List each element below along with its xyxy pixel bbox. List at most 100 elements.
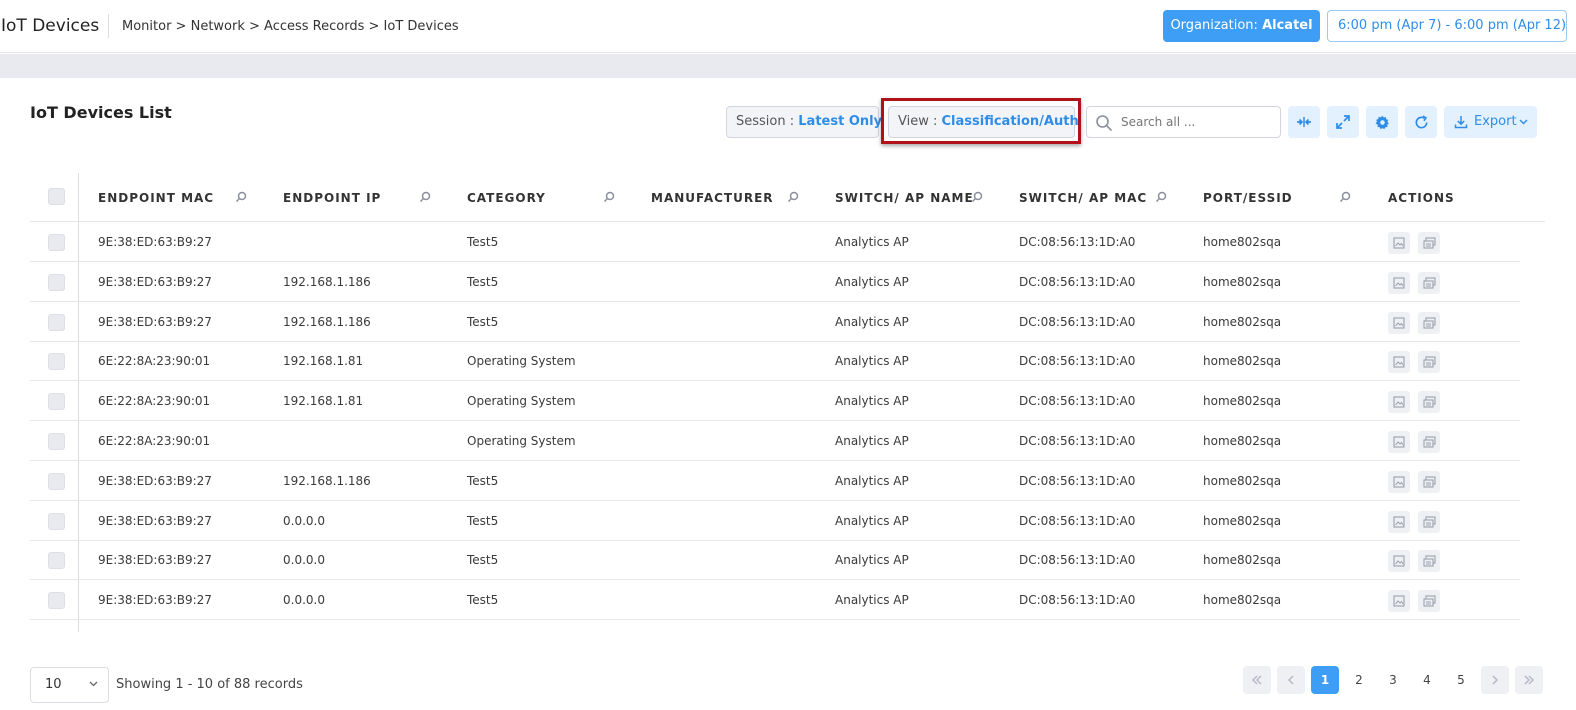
view-details-button[interactable] bbox=[1388, 271, 1410, 294]
column-search-icon[interactable] bbox=[603, 191, 615, 203]
column-header-endpoint-mac[interactable]: ENDPOINT MAC bbox=[98, 191, 214, 205]
copy-button[interactable] bbox=[1418, 470, 1440, 493]
copy-button[interactable] bbox=[1418, 550, 1440, 573]
view-details-button[interactable] bbox=[1388, 351, 1410, 374]
column-header-endpoint-ip[interactable]: ENDPOINT IP bbox=[283, 191, 381, 205]
page-button-2[interactable]: 2 bbox=[1345, 666, 1373, 694]
column-search-icon[interactable] bbox=[1339, 191, 1351, 203]
table-row[interactable]: 9E:38:ED:63:B9:27 0.0.0.0 Test5 Analytics A… bbox=[30, 501, 1520, 541]
cell-category: Operating System bbox=[467, 434, 576, 448]
breadcrumb-separator: > bbox=[364, 19, 384, 34]
view-details-button[interactable] bbox=[1388, 311, 1410, 334]
last-page-button[interactable] bbox=[1515, 666, 1543, 694]
export-button[interactable]: Export bbox=[1444, 106, 1537, 138]
page-button-4[interactable]: 4 bbox=[1413, 666, 1441, 694]
cell-endpoint-ip: 192.168.1.186 bbox=[283, 314, 371, 329]
view-details-button[interactable] bbox=[1388, 510, 1410, 533]
cell-switch-ap-name: Analytics AP bbox=[835, 235, 909, 249]
breadcrumb-iot-devices: IoT Devices bbox=[383, 19, 459, 34]
row-checkbox[interactable] bbox=[48, 512, 65, 530]
row-checkbox[interactable] bbox=[48, 393, 65, 411]
view-details-button[interactable] bbox=[1388, 431, 1410, 453]
cell-category: Test5 bbox=[467, 274, 499, 289]
copy-button[interactable] bbox=[1418, 311, 1440, 334]
cell-port-essid: home802sqa bbox=[1203, 314, 1282, 329]
copy-button[interactable] bbox=[1418, 351, 1440, 374]
session-value: Latest Only bbox=[798, 114, 883, 129]
page-button-5[interactable]: 5 bbox=[1447, 666, 1475, 694]
cell-category: Test5 bbox=[467, 473, 499, 488]
refresh-button[interactable] bbox=[1405, 106, 1437, 138]
column-header-category[interactable]: CATEGORY bbox=[467, 191, 546, 205]
column-header-switch-ap-name[interactable]: SWITCH/ AP NAME bbox=[835, 191, 974, 205]
row-checkbox[interactable] bbox=[48, 353, 65, 371]
column-header-manufacturer[interactable]: MANUFACTURER bbox=[651, 191, 774, 205]
page-size-select[interactable]: 10 bbox=[30, 667, 109, 703]
fullscreen-button[interactable] bbox=[1327, 106, 1359, 138]
breadcrumb-network[interactable]: Network bbox=[191, 19, 245, 34]
settings-button[interactable] bbox=[1366, 106, 1398, 138]
page-button-1[interactable]: 1 bbox=[1311, 666, 1339, 694]
row-checkbox[interactable] bbox=[48, 472, 65, 490]
table-row[interactable]: 9E:38:ED:63:B9:27 0.0.0.0 Test5 Analytics A… bbox=[30, 580, 1520, 621]
view-icon bbox=[1393, 317, 1405, 329]
table-row[interactable]: 6E:22:8A:23:90:01 192.168.1.81 Operating S… bbox=[30, 341, 1520, 382]
column-header-port-essid[interactable]: PORT/ESSID bbox=[1203, 191, 1293, 205]
table-row[interactable]: 9E:38:ED:63:B9:27 0.0.0.0 Test5 Analytics A… bbox=[30, 540, 1520, 581]
next-page-button[interactable] bbox=[1481, 666, 1509, 694]
table-row[interactable]: 9E:38:ED:63:B9:27 192.168.1.186 Test5 Analy… bbox=[30, 262, 1520, 302]
table-row[interactable]: 9E:38:ED:63:B9:27 Test5 Analytics AP DC:08:… bbox=[30, 222, 1520, 262]
view-details-button[interactable] bbox=[1388, 391, 1410, 414]
cell-endpoint-ip: 192.168.1.81 bbox=[283, 354, 364, 369]
view-details-button[interactable] bbox=[1388, 470, 1410, 493]
compress-columns-button[interactable] bbox=[1288, 106, 1320, 138]
column-search-icon[interactable] bbox=[419, 191, 431, 203]
records-summary: Showing 1 - 10 of 88 records bbox=[116, 677, 303, 692]
breadcrumb-access-records[interactable]: Access Records bbox=[264, 19, 364, 34]
copy-button[interactable] bbox=[1418, 510, 1440, 533]
cell-port-essid: home802sqa bbox=[1203, 593, 1282, 608]
cell-switch-ap-mac: DC:08:56:13:1D:A0 bbox=[1019, 553, 1136, 568]
select-all-checkbox[interactable] bbox=[48, 188, 65, 205]
search-box[interactable] bbox=[1086, 106, 1281, 138]
breadcrumb-monitor[interactable]: Monitor bbox=[122, 19, 171, 34]
cell-endpoint-ip: 192.168.1.186 bbox=[283, 274, 371, 289]
column-search-icon[interactable] bbox=[235, 191, 247, 203]
table-row[interactable]: 6E:22:8A:23:90:01 192.168.1.81 Operating S… bbox=[30, 381, 1520, 422]
view-filter-button[interactable]: View : Classification/Auth bbox=[888, 106, 1079, 138]
column-search-icon[interactable] bbox=[1155, 191, 1167, 203]
copy-button[interactable] bbox=[1418, 590, 1440, 613]
copy-button[interactable] bbox=[1418, 232, 1440, 254]
date-range-button[interactable]: 6:00 pm (Apr 7) - 6:00 pm (Apr 12) bbox=[1327, 10, 1567, 42]
copy-button[interactable] bbox=[1418, 391, 1440, 414]
session-filter-button[interactable]: Session : Latest Only bbox=[726, 106, 883, 138]
page-button-3[interactable]: 3 bbox=[1379, 666, 1407, 694]
cell-endpoint-mac: 6E:22:8A:23:90:01 bbox=[98, 434, 211, 448]
column-search-icon[interactable] bbox=[787, 191, 799, 203]
row-checkbox[interactable] bbox=[48, 592, 65, 610]
row-checkbox[interactable] bbox=[48, 273, 65, 291]
column-search-icon[interactable] bbox=[971, 191, 983, 203]
table-row[interactable]: 9E:38:ED:63:B9:27 192.168.1.186 Test5 Analy… bbox=[30, 302, 1520, 342]
column-header-switch-ap-mac[interactable]: SWITCH/ AP MAC bbox=[1019, 191, 1147, 205]
row-checkbox[interactable] bbox=[48, 313, 65, 331]
copy-icon bbox=[1422, 237, 1436, 249]
view-details-button[interactable] bbox=[1388, 232, 1410, 254]
cell-endpoint-mac: 9E:38:ED:63:B9:27 bbox=[98, 314, 212, 329]
copy-button[interactable] bbox=[1418, 431, 1440, 453]
row-checkbox[interactable] bbox=[48, 433, 65, 450]
cell-port-essid: home802sqa bbox=[1203, 473, 1282, 488]
prev-page-button[interactable] bbox=[1277, 666, 1305, 694]
organization-button[interactable]: Organization: Alcatel bbox=[1163, 10, 1320, 42]
row-checkbox[interactable] bbox=[48, 234, 65, 251]
copy-button[interactable] bbox=[1418, 271, 1440, 294]
search-input[interactable] bbox=[1121, 113, 1271, 131]
view-details-button[interactable] bbox=[1388, 550, 1410, 573]
cell-switch-ap-mac: DC:08:56:13:1D:A0 bbox=[1019, 394, 1136, 409]
table-row[interactable]: 6E:22:8A:23:90:01 Operating System Analyti… bbox=[30, 421, 1520, 461]
row-checkbox[interactable] bbox=[48, 552, 65, 570]
first-page-button[interactable] bbox=[1243, 666, 1271, 694]
table-row[interactable]: 9E:38:ED:63:B9:27 192.168.1.186 Test5 Analy… bbox=[30, 461, 1520, 501]
cell-endpoint-ip: 192.168.1.81 bbox=[283, 394, 364, 409]
view-details-button[interactable] bbox=[1388, 590, 1410, 613]
